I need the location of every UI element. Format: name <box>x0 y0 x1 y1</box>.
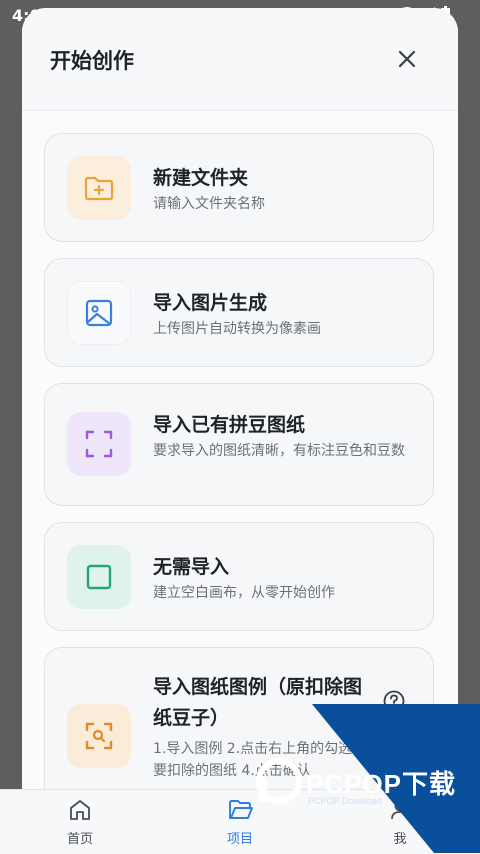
sheet-header: 开始创作 <box>22 8 458 111</box>
option-icon-bg <box>67 545 131 609</box>
scan-search-icon <box>85 722 113 750</box>
nav-item-home[interactable]: 首页 <box>20 790 140 854</box>
option-desc: 上传图片自动转换为像素画 <box>153 321 321 337</box>
image-icon <box>85 299 113 327</box>
nav-label: 首页 <box>66 832 93 847</box>
square-icon <box>86 564 112 590</box>
option-desc: 请输入文件夹名称 <box>153 196 265 212</box>
option-desc: 建立空白画布，从零开始创作 <box>153 585 335 601</box>
home-icon <box>70 800 90 820</box>
watermark-sub: PCPOP Download <box>308 796 382 806</box>
option-icon-bg <box>67 412 131 476</box>
close-icon[interactable] <box>396 48 418 70</box>
option-icon-bg <box>67 281 131 345</box>
option-import-pattern[interactable]: 导入已有拼豆图纸 要求导入的图纸清晰，有标注豆色和豆数 <box>44 383 434 506</box>
option-new-folder[interactable]: 新建文件夹 请输入文件夹名称 <box>44 133 434 242</box>
option-icon-bg <box>67 156 131 220</box>
watermark: PCPOP下载 PCPOP Download <box>246 704 480 853</box>
folder-plus-icon <box>84 176 114 201</box>
pcpop-logo-icon <box>256 758 302 804</box>
option-title: 导入已有拼豆图纸 <box>153 414 306 436</box>
scan-frame-icon <box>85 430 113 458</box>
option-icon-bg <box>67 704 131 768</box>
option-desc: 要求导入的图纸清晰，有标注豆色和豆数 <box>153 443 405 459</box>
option-title: 无需导入 <box>153 556 230 578</box>
option-title: 导入图片生成 <box>153 292 268 314</box>
option-import-image[interactable]: 导入图片生成 上传图片自动转换为像素画 <box>44 258 434 367</box>
option-title: 新建文件夹 <box>153 167 249 189</box>
sheet-title: 开始创作 <box>50 49 134 73</box>
option-blank-canvas[interactable]: 无需导入 建立空白画布，从零开始创作 <box>44 522 434 631</box>
